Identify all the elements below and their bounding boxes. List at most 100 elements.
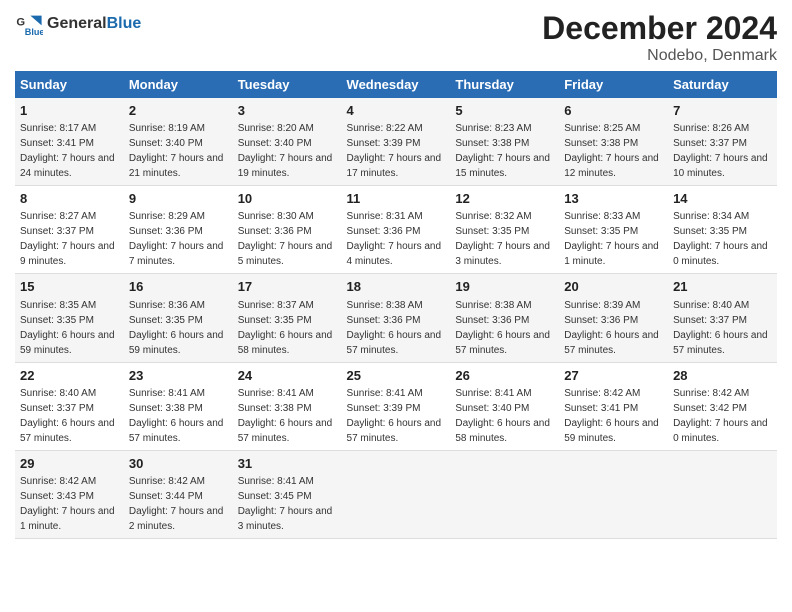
day-number: 17 <box>238 278 337 296</box>
day-number: 2 <box>129 102 228 120</box>
day-detail: Sunrise: 8:19 AMSunset: 3:40 PMDaylight:… <box>129 123 224 179</box>
day-detail: Sunrise: 8:40 AMSunset: 3:37 PMDaylight:… <box>20 388 115 444</box>
calendar-table: Sunday Monday Tuesday Wednesday Thursday… <box>15 71 777 539</box>
day-detail: Sunrise: 8:41 AMSunset: 3:38 PMDaylight:… <box>238 388 333 444</box>
day-detail: Sunrise: 8:42 AMSunset: 3:41 PMDaylight:… <box>564 388 659 444</box>
calendar-cell: 23 Sunrise: 8:41 AMSunset: 3:38 PMDayligh… <box>124 362 233 450</box>
calendar-cell: 9 Sunrise: 8:29 AMSunset: 3:36 PMDaylight… <box>124 186 233 274</box>
day-number: 6 <box>564 102 663 120</box>
calendar-cell: 20 Sunrise: 8:39 AMSunset: 3:36 PMDayligh… <box>559 274 668 362</box>
day-number: 23 <box>129 367 228 385</box>
calendar-cell: 30Sunrise: 8:42 AMSunset: 3:44 PMDayligh… <box>124 450 233 538</box>
day-number: 19 <box>455 278 554 296</box>
calendar-cell <box>342 450 451 538</box>
logo-icon: G Blue <box>15 10 43 38</box>
day-detail: Sunrise: 8:41 AMSunset: 3:40 PMDaylight:… <box>455 388 550 444</box>
calendar-cell: 14 Sunrise: 8:34 AMSunset: 3:35 PMDayligh… <box>668 186 777 274</box>
page-container: G Blue GeneralBlue December 2024 Nodebo,… <box>0 0 792 549</box>
calendar-cell: 27 Sunrise: 8:42 AMSunset: 3:41 PMDayligh… <box>559 362 668 450</box>
day-detail: Sunrise: 8:39 AMSunset: 3:36 PMDaylight:… <box>564 300 659 356</box>
day-detail: Sunrise: 8:36 AMSunset: 3:35 PMDaylight:… <box>129 300 224 356</box>
day-number: 9 <box>129 190 228 208</box>
calendar-cell: 19 Sunrise: 8:38 AMSunset: 3:36 PMDayligh… <box>450 274 559 362</box>
day-detail: Sunrise: 8:38 AMSunset: 3:36 PMDaylight:… <box>347 300 442 356</box>
calendar-cell: 7 Sunrise: 8:26 AMSunset: 3:37 PMDaylight… <box>668 98 777 186</box>
day-detail: Sunrise: 8:41 AMSunset: 3:38 PMDaylight:… <box>129 388 224 444</box>
day-number: 12 <box>455 190 554 208</box>
calendar-cell: 29 Sunrise: 8:42 AMSunset: 3:43 PMDayligh… <box>15 450 124 538</box>
day-detail: Sunrise: 8:34 AMSunset: 3:35 PMDaylight:… <box>673 211 768 267</box>
day-number: 27 <box>564 367 663 385</box>
col-monday: Monday <box>124 71 233 98</box>
calendar-cell: 24Sunrise: 8:41 AMSunset: 3:38 PMDayligh… <box>233 362 342 450</box>
day-number: 13 <box>564 190 663 208</box>
day-detail: Sunrise: 8:17 AMSunset: 3:41 PMDaylight:… <box>20 123 115 179</box>
day-number: 20 <box>564 278 663 296</box>
day-detail: Sunrise: 8:35 AMSunset: 3:35 PMDaylight:… <box>20 300 115 356</box>
day-detail: Sunrise: 8:42 AMSunset: 3:42 PMDaylight:… <box>673 388 768 444</box>
day-detail: Sunrise: 8:33 AMSunset: 3:35 PMDaylight:… <box>564 211 659 267</box>
calendar-cell: 15 Sunrise: 8:35 AMSunset: 3:35 PMDayligh… <box>15 274 124 362</box>
calendar-week-2: 8 Sunrise: 8:27 AMSunset: 3:37 PMDaylight… <box>15 186 777 274</box>
day-detail: Sunrise: 8:27 AMSunset: 3:37 PMDaylight:… <box>20 211 115 267</box>
day-number: 28 <box>673 367 772 385</box>
day-detail: Sunrise: 8:31 AMSunset: 3:36 PMDaylight:… <box>347 211 442 267</box>
day-number: 11 <box>347 190 446 208</box>
day-number: 3 <box>238 102 337 120</box>
day-number: 18 <box>347 278 446 296</box>
col-thursday: Thursday <box>450 71 559 98</box>
svg-text:Blue: Blue <box>25 27 43 37</box>
header: G Blue GeneralBlue December 2024 Nodebo,… <box>15 10 777 65</box>
logo-blue-text: Blue <box>107 15 142 32</box>
subtitle: Nodebo, Denmark <box>542 47 777 65</box>
header-row: Sunday Monday Tuesday Wednesday Thursday… <box>15 71 777 98</box>
day-number: 4 <box>347 102 446 120</box>
day-number: 26 <box>455 367 554 385</box>
calendar-cell: 13 Sunrise: 8:33 AMSunset: 3:35 PMDayligh… <box>559 186 668 274</box>
day-detail: Sunrise: 8:42 AMSunset: 3:44 PMDaylight:… <box>129 476 224 532</box>
day-number: 22 <box>20 367 119 385</box>
day-detail: Sunrise: 8:29 AMSunset: 3:36 PMDaylight:… <box>129 211 224 267</box>
day-number: 5 <box>455 102 554 120</box>
calendar-week-1: 1 Sunrise: 8:17 AMSunset: 3:41 PMDaylight… <box>15 98 777 186</box>
day-number: 31 <box>238 455 337 473</box>
calendar-cell: 26 Sunrise: 8:41 AMSunset: 3:40 PMDayligh… <box>450 362 559 450</box>
col-friday: Friday <box>559 71 668 98</box>
calendar-cell: 18 Sunrise: 8:38 AMSunset: 3:36 PMDayligh… <box>342 274 451 362</box>
day-detail: Sunrise: 8:37 AMSunset: 3:35 PMDaylight:… <box>238 300 333 356</box>
day-detail: Sunrise: 8:38 AMSunset: 3:36 PMDaylight:… <box>455 300 550 356</box>
calendar-cell: 11 Sunrise: 8:31 AMSunset: 3:36 PMDayligh… <box>342 186 451 274</box>
day-detail: Sunrise: 8:42 AMSunset: 3:43 PMDaylight:… <box>20 476 115 532</box>
day-number: 8 <box>20 190 119 208</box>
calendar-cell: 6Sunrise: 8:25 AMSunset: 3:38 PMDaylight… <box>559 98 668 186</box>
day-detail: Sunrise: 8:26 AMSunset: 3:37 PMDaylight:… <box>673 123 768 179</box>
day-number: 15 <box>20 278 119 296</box>
day-number: 14 <box>673 190 772 208</box>
calendar-cell: 28 Sunrise: 8:42 AMSunset: 3:42 PMDayligh… <box>668 362 777 450</box>
calendar-cell: 21Sunrise: 8:40 AMSunset: 3:37 PMDayligh… <box>668 274 777 362</box>
day-detail: Sunrise: 8:41 AMSunset: 3:39 PMDaylight:… <box>347 388 442 444</box>
calendar-cell <box>559 450 668 538</box>
main-title: December 2024 <box>542 10 777 47</box>
day-number: 7 <box>673 102 772 120</box>
day-number: 16 <box>129 278 228 296</box>
calendar-week-5: 29 Sunrise: 8:42 AMSunset: 3:43 PMDayligh… <box>15 450 777 538</box>
svg-text:G: G <box>16 16 25 28</box>
day-number: 25 <box>347 367 446 385</box>
logo-general: General <box>47 15 107 32</box>
calendar-cell <box>450 450 559 538</box>
day-detail: Sunrise: 8:30 AMSunset: 3:36 PMDaylight:… <box>238 211 333 267</box>
calendar-cell: 10Sunrise: 8:30 AMSunset: 3:36 PMDayligh… <box>233 186 342 274</box>
col-sunday: Sunday <box>15 71 124 98</box>
calendar-cell: 17 Sunrise: 8:37 AMSunset: 3:35 PMDayligh… <box>233 274 342 362</box>
calendar-cell: 2 Sunrise: 8:19 AMSunset: 3:40 PMDaylight… <box>124 98 233 186</box>
day-detail: Sunrise: 8:20 AMSunset: 3:40 PMDaylight:… <box>238 123 333 179</box>
day-detail: Sunrise: 8:32 AMSunset: 3:35 PMDaylight:… <box>455 211 550 267</box>
calendar-cell: 3 Sunrise: 8:20 AMSunset: 3:40 PMDaylight… <box>233 98 342 186</box>
calendar-cell: 4Sunrise: 8:22 AMSunset: 3:39 PMDaylight… <box>342 98 451 186</box>
day-number: 29 <box>20 455 119 473</box>
day-number: 1 <box>20 102 119 120</box>
calendar-cell: 31Sunrise: 8:41 AMSunset: 3:45 PMDayligh… <box>233 450 342 538</box>
col-saturday: Saturday <box>668 71 777 98</box>
calendar-cell: 25 Sunrise: 8:41 AMSunset: 3:39 PMDayligh… <box>342 362 451 450</box>
